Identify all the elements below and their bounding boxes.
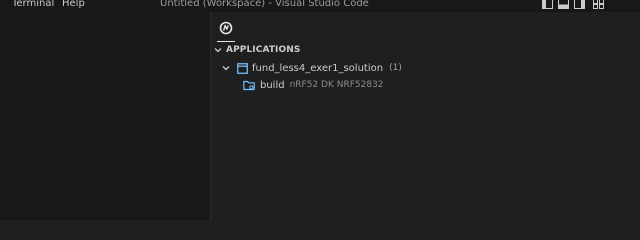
nrf-connect-tab[interactable] [217,17,235,39]
applications-section-header[interactable]: APPLICATIONS [213,43,300,57]
window-title: Untitled (Workspace) - Visual Studio Cod… [160,0,369,9]
nrf-connect-panel: APPLICATIONS fund_less4_exer1_solution (… [211,12,640,220]
build-folder-icon [243,80,255,90]
title-bar: Terminal Help Untitled (Workspace) - Vis… [0,0,640,12]
menu-terminal[interactable]: Terminal [12,0,54,11]
application-window-icon [237,62,248,74]
chevron-down-icon [222,66,230,71]
application-row[interactable]: fund_less4_exer1_solution (1) [221,60,402,76]
applications-section-title: APPLICATIONS [226,45,301,55]
build-row[interactable]: build nRF52 DK NRF52832 [243,77,384,93]
application-name: fund_less4_exer1_solution [252,62,384,74]
editor-area [0,12,210,220]
board-name: nRF52 DK NRF52832 [289,80,384,90]
build-label: build [260,79,285,91]
nrf-connect-icon [219,21,233,35]
toggle-secondary-sidebar-icon[interactable] [572,0,586,11]
active-tab-indicator [217,41,235,42]
build-count: (1) [389,63,402,73]
chevron-down-icon [214,48,222,53]
toggle-panel-icon[interactable] [556,0,570,11]
customize-layout-icon[interactable] [591,0,605,11]
menu-help[interactable]: Help [62,0,85,11]
toggle-primary-sidebar-icon[interactable] [540,0,554,11]
